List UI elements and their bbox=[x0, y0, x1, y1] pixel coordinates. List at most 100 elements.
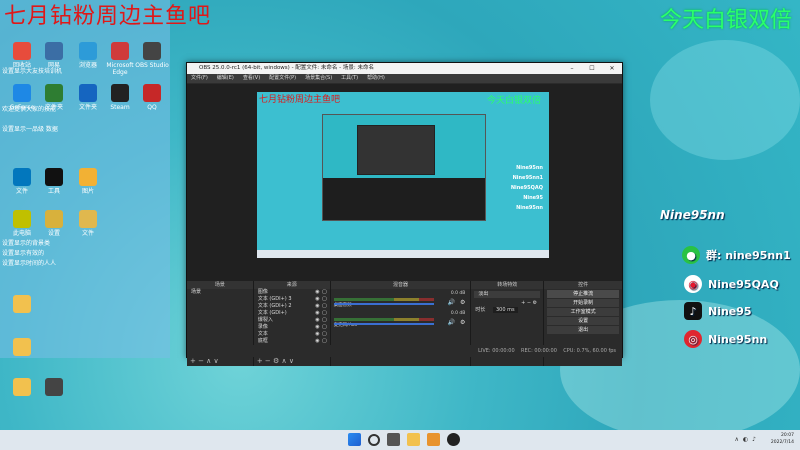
taskbar-apps bbox=[348, 433, 460, 446]
preview-green-text: 今天白银双倍 bbox=[486, 96, 541, 106]
preview-social-item: Nine95 bbox=[523, 195, 543, 201]
lock-icon: ▢ bbox=[321, 317, 327, 323]
obs-preview-area[interactable]: 七月钻粉周边主鱼吧 今天白银双倍 Nine95nn Nine95nn1 Nine… bbox=[187, 84, 622, 366]
source-item[interactable]: 文本 (GDI+) ◉ ▢ bbox=[254, 310, 330, 317]
preview-canvas[interactable]: 七月钻粉周边主鱼吧 今天白银双倍 Nine95nn Nine95nn1 Nine… bbox=[257, 92, 549, 258]
menu-edit[interactable]: 编辑(E) bbox=[217, 74, 234, 83]
obs-taskbar-icon[interactable] bbox=[447, 433, 460, 446]
speaker-icon[interactable]: 🔊 bbox=[448, 319, 455, 326]
network-icon[interactable]: ◐ bbox=[743, 436, 748, 443]
desktop-icon[interactable] bbox=[34, 378, 74, 398]
file-explorer-icon[interactable] bbox=[407, 433, 420, 446]
preview-social-item: Nine95nn bbox=[516, 205, 543, 211]
folder-icon[interactable] bbox=[2, 295, 42, 315]
task-view-icon[interactable] bbox=[387, 433, 400, 446]
desktop-icon[interactable]: OBS Studio bbox=[132, 42, 172, 69]
live-timer: LIVE: 00:00:00 bbox=[478, 348, 515, 354]
menu-scene-collection[interactable]: 场景集合(S) bbox=[305, 74, 332, 83]
duration-label: 时长 bbox=[475, 307, 486, 313]
lock-icon: ▢ bbox=[321, 289, 327, 295]
stop-streaming-button[interactable]: 停止推流 bbox=[547, 290, 619, 298]
preview-social-title: Nine95nn bbox=[516, 165, 543, 171]
exit-button[interactable]: 退出 bbox=[547, 326, 619, 334]
clock[interactable]: 20:07 2022/7/14 bbox=[771, 432, 794, 446]
gear-icon[interactable]: ⚙ bbox=[460, 299, 465, 306]
weibo-icon: ◉ bbox=[684, 275, 702, 293]
tiktok-icon: ♪ bbox=[684, 302, 702, 320]
eye-icon: ◉ bbox=[315, 296, 320, 302]
obs-statusbar: LIVE: 00:00:00 REC: 00:00:00 CPU: 0.7%, … bbox=[187, 345, 622, 357]
source-item[interactable]: 爆裂入 ◉ ▢ bbox=[254, 317, 330, 324]
wechat-icon: ● bbox=[682, 246, 700, 264]
gear-icon[interactable]: ⚙ bbox=[460, 319, 465, 326]
social-item: ● 群: nine95nn1 bbox=[682, 246, 791, 264]
menu-profile[interactable]: 配置文件(P) bbox=[269, 74, 296, 83]
settings-button[interactable]: 设置 bbox=[547, 317, 619, 325]
sources-toolbar[interactable]: + − ⚙ ∧ ∨ bbox=[253, 357, 330, 366]
volume-icon[interactable]: ♪ bbox=[752, 436, 756, 443]
social-label: Nine95QAQ bbox=[708, 277, 779, 291]
wallpaper-light-patch bbox=[650, 40, 800, 160]
duration-input[interactable]: 300 ms bbox=[492, 307, 518, 313]
social-label: 群: nine95nn1 bbox=[706, 249, 791, 262]
obs-window: OBS 25.0.0-rc1 (64-bit, windows) - 配置文件:… bbox=[186, 62, 623, 366]
social-label: Nine95nn bbox=[708, 332, 768, 346]
source-item[interactable]: 文本 (GDI+) 3 ◉ ▢ bbox=[254, 296, 330, 303]
lock-icon: ▢ bbox=[321, 296, 327, 302]
close-button[interactable]: ✕ bbox=[602, 63, 622, 74]
desktop-note: 设置显示大友技培训机 bbox=[2, 68, 63, 75]
start-recording-button[interactable]: 开始录制 bbox=[547, 299, 619, 307]
source-item[interactable]: 图像 ◉ ▢ bbox=[254, 289, 330, 296]
source-item[interactable]: 文本 (GDI+) 2 ◉ ▢ bbox=[254, 303, 330, 310]
search-icon[interactable] bbox=[368, 434, 380, 446]
source-item[interactable]: 录像 ◉ ▢ bbox=[254, 324, 330, 331]
desktop-note: 欢迎提供大家的技能 bbox=[2, 106, 57, 113]
taskbar: ∧ ◐ ♪ 20:07 2022/7/14 bbox=[0, 430, 800, 450]
mixer-channel[interactable]: 桌面音频 0.0 dB 🔊 ⚙ bbox=[333, 291, 468, 309]
folder-icon[interactable] bbox=[2, 338, 42, 358]
minimize-button[interactable]: – bbox=[562, 63, 582, 74]
system-tray: ∧ ◐ ♪ bbox=[735, 436, 757, 443]
menu-view[interactable]: 查看(V) bbox=[243, 74, 260, 83]
eye-icon: ◉ bbox=[315, 289, 320, 295]
desktop-icon[interactable]: 图片 bbox=[68, 168, 108, 195]
menu-tools[interactable]: 工具(T) bbox=[341, 74, 358, 83]
volume-slider[interactable] bbox=[333, 303, 434, 305]
menu-help[interactable]: 帮助(H) bbox=[367, 74, 385, 83]
transition-toolbar[interactable]: + − ⚙ bbox=[471, 300, 543, 307]
desktop-icon[interactable]: 文件 bbox=[68, 210, 108, 237]
desktop-note: 设置显示一品级 数据 bbox=[2, 126, 58, 133]
scenes-toolbar[interactable]: + − ∧ ∨ bbox=[187, 357, 253, 366]
studio-mode-button[interactable]: 工作室模式 bbox=[547, 308, 619, 316]
cpu-fps: CPU: 0.7%, 60.00 fps bbox=[563, 348, 616, 354]
scene-item[interactable]: 场景 bbox=[187, 289, 253, 296]
menu-file[interactable]: 文件(F) bbox=[191, 74, 208, 83]
store-icon[interactable] bbox=[427, 433, 440, 446]
mixer-channel-db: 0.0 dB bbox=[450, 291, 466, 296]
clock-date: 2022/7/14 bbox=[770, 440, 794, 445]
start-icon[interactable] bbox=[348, 433, 361, 446]
obs-titlebar: OBS 25.0.0-rc1 (64-bit, windows) - 配置文件:… bbox=[187, 63, 622, 74]
transitions-title: 转场特效 bbox=[471, 281, 544, 289]
source-item[interactable]: 底框 ◉ ▢ bbox=[254, 338, 330, 345]
duration-row: 时长 300 ms bbox=[471, 307, 543, 314]
maximize-button[interactable]: ☐ bbox=[582, 63, 602, 74]
volume-slider[interactable] bbox=[333, 323, 434, 325]
lock-icon: ▢ bbox=[321, 331, 327, 337]
eye-icon: ◉ bbox=[315, 303, 320, 309]
transition-select[interactable]: 淡出 bbox=[474, 291, 541, 298]
speaker-icon[interactable]: 🔊 bbox=[448, 299, 455, 306]
social-item: ♪ Nine95 bbox=[684, 302, 752, 320]
eye-icon: ◉ bbox=[315, 331, 320, 337]
source-item[interactable]: 文本 ◉ ▢ bbox=[254, 331, 330, 338]
controls-title: 控件 bbox=[544, 281, 622, 289]
chevron-up-icon[interactable]: ∧ bbox=[735, 436, 739, 443]
mixer-channel[interactable]: 麦克风/Aux 0.0 dB 🔊 ⚙ bbox=[333, 311, 468, 329]
eye-icon: ◉ bbox=[315, 324, 320, 330]
sources-title: 来源 bbox=[253, 281, 330, 289]
social-label: Nine95 bbox=[708, 304, 752, 318]
mixer-channel-db: 0.0 dB bbox=[450, 311, 466, 316]
eye-icon: ◉ bbox=[315, 338, 320, 344]
desktop-icon[interactable]: QQ bbox=[132, 84, 172, 111]
mixer-title: 混音器 bbox=[330, 281, 471, 289]
